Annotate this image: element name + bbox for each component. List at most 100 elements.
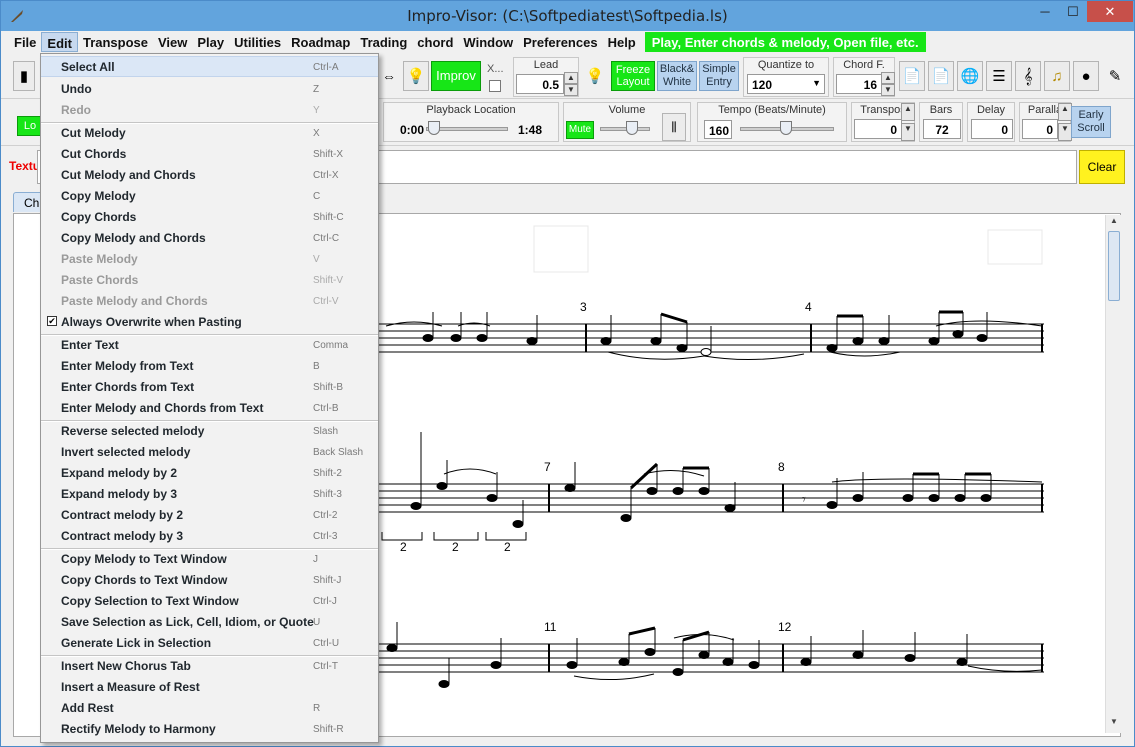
improv-button[interactable]: Improv <box>431 61 481 91</box>
chord-font-field[interactable]: 16 <box>836 74 882 94</box>
menu-item-save-selection-as-lick[interactable]: Save Selection as Lick, Cell, Idiom, or … <box>41 612 378 633</box>
black-white-button[interactable]: Black& White <box>657 61 697 91</box>
menu-item-always-overwrite[interactable]: ✔ Always Overwrite when Pasting <box>41 312 378 333</box>
menu-item-add-rest[interactable]: Add Rest R <box>41 698 378 719</box>
menu-item-enter-melody-chords-from-text[interactable]: Enter Melody and Chords from Text Ctrl-B <box>41 398 378 419</box>
lead-up-arrow[interactable]: ▲ <box>564 72 578 84</box>
link-icon[interactable]: ⇔ <box>377 61 401 91</box>
menu-item-contract-by-3[interactable]: Contract melody by 3 Ctrl-3 <box>41 526 378 547</box>
scroll-down-arrow[interactable]: ▼ <box>1106 717 1122 731</box>
menu-help[interactable]: Help <box>603 32 641 52</box>
tempo-thumb[interactable] <box>780 121 792 135</box>
menu-item-redo[interactable]: Redo Y <box>41 100 378 121</box>
parallax-field[interactable]: 0 <box>1022 119 1058 139</box>
delay-field[interactable]: 0 <box>971 119 1013 139</box>
chord-font-up-arrow[interactable]: ▲ <box>881 72 895 84</box>
scroll-up-arrow[interactable]: ▲ <box>1106 216 1122 230</box>
menu-item-cut-melody-chords[interactable]: Cut Melody and Chords Ctrl-X <box>41 165 378 186</box>
menu-item-paste-melody[interactable]: Paste Melody V <box>41 249 378 270</box>
parallax-up-arrow[interactable]: ▲ <box>1058 103 1072 121</box>
menu-transpose[interactable]: Transpose <box>78 32 153 52</box>
menu-item-expand-by-3[interactable]: Expand melody by 3 Shift-3 <box>41 484 378 505</box>
parallax-down-arrow[interactable]: ▼ <box>1058 123 1072 141</box>
window-title: Impro-Visor: (C:\Softpediatest\Softpedia… <box>407 7 728 25</box>
maximize-button[interactable]: ☐ <box>1059 1 1087 22</box>
hint-bulb-icon[interactable]: 💡 <box>583 61 607 91</box>
mute-button[interactable]: Mute <box>566 121 594 139</box>
eighth-rest-icon: 𝄾 <box>802 492 806 508</box>
tempo-label: Tempo (Beats/Minute) <box>718 104 826 116</box>
playback-label: Playback Location <box>426 104 516 116</box>
menu-item-generate-lick[interactable]: Generate Lick in Selection Ctrl-U <box>41 633 378 654</box>
menu-item-invert-melody[interactable]: Invert selected melody Back Slash <box>41 442 378 463</box>
record-icon[interactable]: ● <box>1073 61 1099 91</box>
menu-utilities[interactable]: Utilities <box>229 32 286 52</box>
menu-chord[interactable]: chord <box>412 32 458 52</box>
check-icon: ✔ <box>47 316 57 326</box>
menu-item-expand-by-2[interactable]: Expand melody by 2 Shift-2 <box>41 463 378 484</box>
tempo-field[interactable]: 160 <box>704 120 732 139</box>
menu-item-paste-melody-chords[interactable]: Paste Melody and Chords Ctrl-V <box>41 291 378 312</box>
mixer-icon[interactable]: ⫼ <box>662 113 686 141</box>
menu-item-cut-chords[interactable]: Cut Chords Shift-X <box>41 144 378 165</box>
x-checkbox[interactable] <box>489 80 501 92</box>
new-leadsheet-icon[interactable]: 📄 <box>899 61 925 91</box>
parallax-group: Paralla 0 ▲ ▼ <box>1019 102 1072 142</box>
menu-play[interactable]: Play <box>192 32 229 52</box>
simple-entry-button[interactable]: Simple Entry <box>699 61 739 91</box>
minimize-button[interactable]: ─ <box>1031 1 1059 22</box>
transpose-down-arrow[interactable]: ▼ <box>901 123 915 141</box>
measure-number: 7 <box>544 460 551 474</box>
menu-item-copy-melody[interactable]: Copy Melody C <box>41 186 378 207</box>
early-scroll-button[interactable]: Early Scroll <box>1071 106 1111 138</box>
clear-button[interactable]: Clear <box>1079 150 1125 184</box>
volume-slider[interactable] <box>600 127 650 131</box>
menu-item-enter-melody-from-text[interactable]: Enter Melody from Text B <box>41 356 378 377</box>
menu-item-paste-chords[interactable]: Paste Chords Shift-V <box>41 270 378 291</box>
menu-preferences[interactable]: Preferences <box>518 32 602 52</box>
menu-file[interactable]: File <box>9 32 41 52</box>
menu-item-undo[interactable]: Undo Z <box>41 79 378 100</box>
add-chorus-icon[interactable]: 📄 <box>928 61 954 91</box>
globe-icon[interactable]: 🌐 <box>957 61 983 91</box>
menu-item-cut-melody[interactable]: Cut Melody X <box>41 123 378 144</box>
lightbulb-icon[interactable]: 💡 <box>403 61 429 91</box>
menu-window[interactable]: Window <box>458 32 518 52</box>
menu-item-copy-selection-to-text[interactable]: Copy Selection to Text Window Ctrl-J <box>41 591 378 612</box>
chord-font-down-arrow[interactable]: ▼ <box>881 84 895 96</box>
menu-item-enter-text[interactable]: Enter Text Comma <box>41 335 378 356</box>
style-icon[interactable]: ♫ <box>1044 61 1070 91</box>
menu-trading[interactable]: Trading <box>355 32 412 52</box>
menu-item-contract-by-2[interactable]: Contract melody by 2 Ctrl-2 <box>41 505 378 526</box>
quantize-select[interactable]: 120 ▼ <box>747 74 825 94</box>
playback-thumb[interactable] <box>428 121 440 135</box>
bars-field[interactable]: 72 <box>923 119 961 139</box>
menu-item-copy-melody-to-text[interactable]: Copy Melody to Text Window J <box>41 549 378 570</box>
menu-edit[interactable]: Edit <box>41 32 78 52</box>
menu-view[interactable]: View <box>153 32 192 52</box>
freeze-layout-button[interactable]: Freeze Layout <box>611 61 655 91</box>
lead-field[interactable]: 0.5 <box>516 74 564 94</box>
open-icon[interactable]: ▮ <box>13 61 35 91</box>
score-icon[interactable]: ☰ <box>986 61 1012 91</box>
transpose-up-arrow[interactable]: ▲ <box>901 103 915 121</box>
transpose-field[interactable]: 0 <box>854 119 902 139</box>
menu-item-copy-chords[interactable]: Copy Chords Shift-C <box>41 207 378 228</box>
volume-thumb[interactable] <box>626 121 638 135</box>
menu-item-copy-chords-to-text[interactable]: Copy Chords to Text Window Shift-J <box>41 570 378 591</box>
playback-time-end: 1:48 <box>518 123 543 137</box>
vertical-scrollbar[interactable]: ▲ ▼ <box>1105 215 1121 733</box>
menu-item-reverse-melody[interactable]: Reverse selected melody Slash <box>41 421 378 442</box>
menu-item-insert-chorus-tab[interactable]: Insert New Chorus Tab Ctrl-T <box>41 656 378 677</box>
menu-roadmap[interactable]: Roadmap <box>286 32 355 52</box>
scroll-thumb[interactable] <box>1108 231 1120 301</box>
menu-item-insert-measure-rest[interactable]: Insert a Measure of Rest <box>41 677 378 698</box>
menu-item-enter-chords-from-text[interactable]: Enter Chords from Text Shift-B <box>41 377 378 398</box>
pencil-icon[interactable]: ✎ <box>1102 61 1128 91</box>
menu-item-copy-melody-chords[interactable]: Copy Melody and Chords Ctrl-C <box>41 228 378 249</box>
lead-down-arrow[interactable]: ▼ <box>564 84 578 96</box>
menu-item-rectify-melody[interactable]: Rectify Melody to Harmony Shift-R <box>41 719 378 740</box>
close-button[interactable]: ✕ <box>1087 1 1133 22</box>
menu-item-select-all[interactable]: Select All Ctrl-A <box>41 56 378 77</box>
treble-clef-icon[interactable]: 𝄞 <box>1015 61 1041 91</box>
